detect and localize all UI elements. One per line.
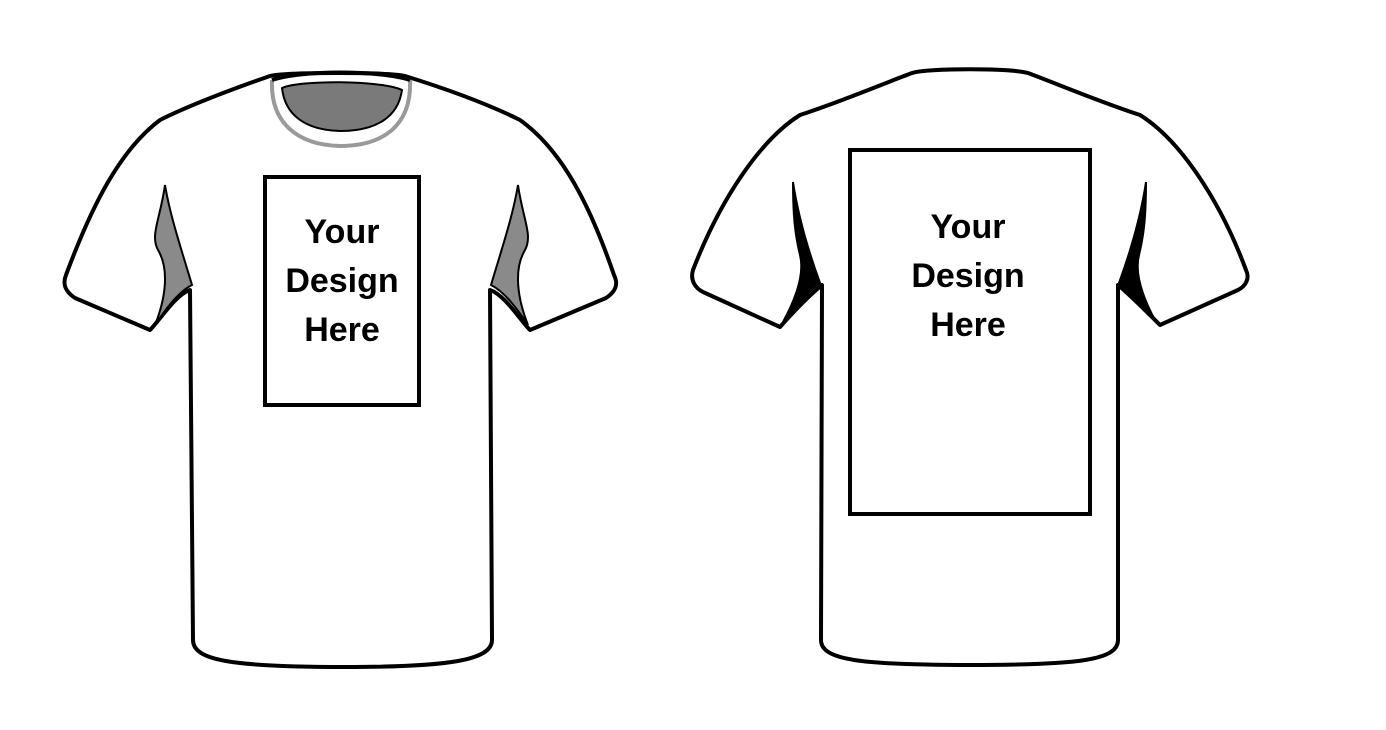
back-design-text-line2: Design [911, 257, 1024, 295]
front-design-text-line3: Here [304, 311, 380, 349]
tshirt-mockup-canvas: Your Design Here Your Design Here [62, 67, 1250, 669]
tshirt-back-icon: Your Design Here [690, 67, 1250, 667]
tshirt-front-icon: Your Design Here [62, 70, 619, 669]
front-design-text-line1: Your [305, 213, 380, 251]
front-design-text-line2: Design [285, 262, 398, 300]
back-design-text-line1: Your [931, 208, 1006, 246]
back-design-text-line3: Here [930, 306, 1006, 344]
